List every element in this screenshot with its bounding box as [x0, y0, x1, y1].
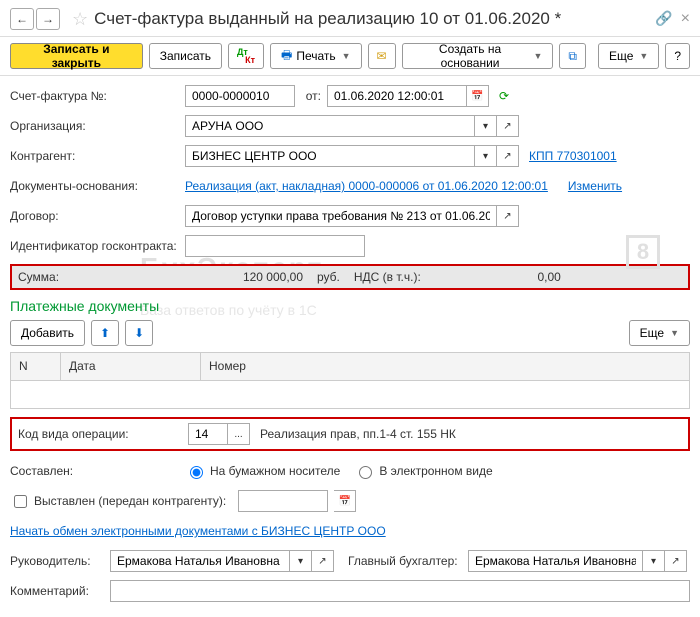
composed-label: Составлен:: [10, 464, 185, 478]
help-button[interactable]: ?: [665, 43, 690, 69]
docs-link[interactable]: Реализация (акт, накладная) 0000-000006 …: [185, 179, 548, 193]
more-button[interactable]: Еще▼: [598, 43, 659, 69]
related-icon: ⧉: [568, 49, 577, 64]
sum-currency: руб.: [317, 270, 340, 284]
col-n: N: [11, 353, 61, 380]
head-field[interactable]: [110, 550, 290, 572]
email-button[interactable]: ✉: [368, 43, 396, 69]
forward-button[interactable]: →: [36, 8, 60, 30]
acct-label: Главный бухгалтер:: [348, 554, 468, 568]
create-based-button[interactable]: Создать на основании▼: [402, 43, 554, 69]
org-dropdown[interactable]: ▾: [475, 115, 497, 137]
composed-electronic-radio[interactable]: В электронном виде: [354, 463, 492, 479]
record-and-close-button[interactable]: Записать и закрыть: [10, 43, 143, 69]
counterparty-label: Контрагент:: [10, 149, 185, 163]
head-label: Руководитель:: [10, 554, 110, 568]
edo-link[interactable]: Начать обмен электронными документами с …: [10, 524, 386, 538]
calendar-icon: 📅: [471, 91, 483, 102]
contract-open[interactable]: ↗: [497, 205, 519, 227]
invoice-number-label: Счет-фактура №:: [10, 89, 185, 103]
vat-label: НДС (в т.ч.):: [354, 270, 421, 284]
opcode-highlight: Код вида операции: ... Реализация прав, …: [10, 417, 690, 451]
invoice-number-field[interactable]: [185, 85, 295, 107]
acct-dropdown[interactable]: ▾: [643, 550, 665, 572]
org-open[interactable]: ↗: [497, 115, 519, 137]
issued-checkbox[interactable]: Выставлен (передан контрагенту):: [10, 492, 226, 511]
add-payment-button[interactable]: Добавить: [10, 320, 85, 346]
comment-label: Комментарий:: [10, 584, 110, 598]
invoice-date-field[interactable]: [327, 85, 467, 107]
envelope-icon: ✉: [377, 49, 387, 63]
org-field[interactable]: [185, 115, 475, 137]
issued-calendar[interactable]: 📅: [334, 490, 356, 512]
change-link[interactable]: Изменить: [568, 179, 622, 193]
arrow-up-icon: ⬆: [100, 326, 110, 340]
back-button[interactable]: ←: [10, 8, 34, 30]
col-number: Номер: [201, 353, 689, 380]
kpp-link[interactable]: КПП 770301001: [529, 149, 617, 163]
sum-value: 120 000,00: [193, 270, 303, 284]
goscontract-field[interactable]: [185, 235, 365, 257]
link-icon[interactable]: 🔗: [655, 10, 672, 28]
counterparty-open[interactable]: ↗: [497, 145, 519, 167]
arrow-down-icon: ⬇: [134, 326, 144, 340]
sum-highlight: Сумма: 120 000,00 руб. НДС (в т.ч.): 0,0…: [10, 264, 690, 290]
head-open[interactable]: ↗: [312, 550, 334, 572]
docs-label: Документы-основания:: [10, 179, 185, 193]
contract-field[interactable]: [185, 205, 497, 227]
print-button[interactable]: 🖶 Печать▼: [270, 43, 362, 69]
dt-kt-icon: ДтКт: [237, 49, 255, 63]
vat-value: 0,00: [421, 270, 561, 284]
record-button[interactable]: Записать: [149, 43, 222, 69]
calendar-icon: 📅: [338, 496, 350, 507]
counterparty-field[interactable]: [185, 145, 475, 167]
opcode-desc: Реализация прав, пп.1-4 ст. 155 НК: [260, 427, 456, 441]
sum-label: Сумма:: [18, 270, 193, 284]
date-label: от:: [301, 89, 321, 103]
counterparty-dropdown[interactable]: ▾: [475, 145, 497, 167]
head-dropdown[interactable]: ▾: [290, 550, 312, 572]
col-date: Дата: [61, 353, 201, 380]
opcode-label: Код вида операции:: [18, 427, 188, 441]
repost-icon[interactable]: ⟳: [499, 89, 509, 103]
related-button[interactable]: ⧉: [559, 43, 586, 69]
close-icon[interactable]: ×: [681, 10, 690, 28]
main-toolbar: Записать и закрыть Записать ДтКт 🖶 Печат…: [0, 37, 700, 76]
comment-field[interactable]: [110, 580, 690, 602]
window-header: ← → ☆ Счет-фактура выданный на реализаци…: [0, 0, 700, 37]
calendar-button[interactable]: 📅: [467, 85, 489, 107]
payments-section-title[interactable]: Платежные документы: [10, 298, 690, 314]
goscontract-label: Идентификатор госконтракта:: [10, 239, 185, 253]
issued-date-field[interactable]: [238, 490, 328, 512]
payments-table-body[interactable]: [10, 381, 690, 409]
acct-field[interactable]: [468, 550, 643, 572]
contract-label: Договор:: [10, 209, 185, 223]
opcode-select[interactable]: ...: [228, 423, 250, 445]
move-down-button[interactable]: ⬇: [125, 320, 153, 346]
page-title: Счет-фактура выданный на реализацию 10 о…: [94, 9, 655, 29]
move-up-button[interactable]: ⬆: [91, 320, 119, 346]
favorite-icon[interactable]: ☆: [72, 9, 88, 30]
opcode-field[interactable]: [188, 423, 228, 445]
acct-open[interactable]: ↗: [665, 550, 687, 572]
payments-table-header: N Дата Номер: [10, 353, 690, 381]
composed-paper-radio[interactable]: На бумажном носителе: [185, 463, 340, 479]
print-icon: 🖶: [281, 46, 292, 67]
payments-more-button[interactable]: Еще▼: [629, 320, 690, 346]
org-label: Организация:: [10, 119, 185, 133]
dt-kt-button[interactable]: ДтКт: [228, 43, 264, 69]
